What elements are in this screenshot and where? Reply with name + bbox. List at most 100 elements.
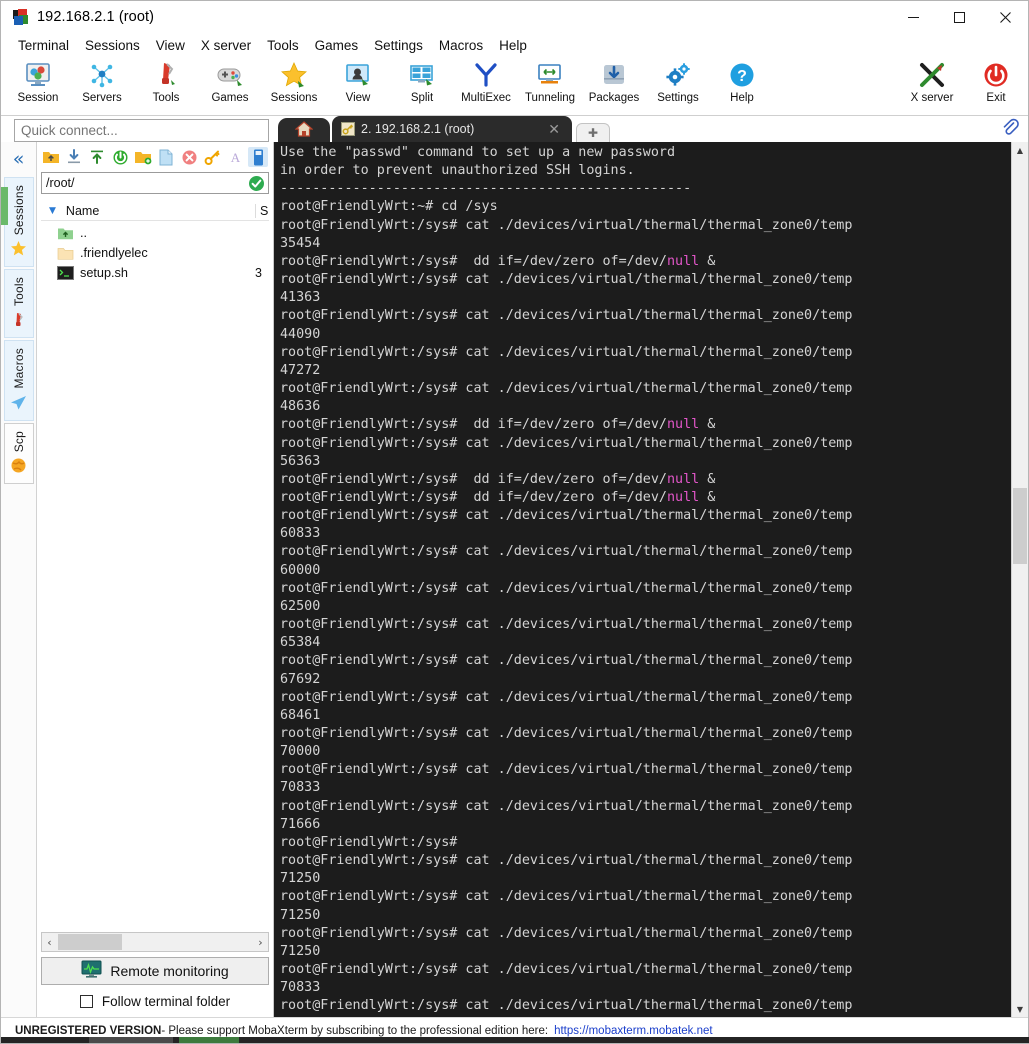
drive-icon[interactable] [248,147,268,167]
rail-tab-tools[interactable]: Tools [3,269,34,339]
vscroll-track[interactable] [1012,158,1028,1001]
list-item[interactable]: .friendlyelec [41,243,269,263]
follow-terminal-folder-row[interactable]: Follow terminal folder [41,985,269,1017]
collapse-sidebar-button[interactable]: « [13,150,25,169]
hscroll-track[interactable] [57,933,253,951]
mobatek-link[interactable]: https://mobaxterm.mobatek.net [554,1025,713,1037]
status-bar-text: - Please support MobaXterm by subscribin… [161,1024,549,1037]
scp-horizontal-scrollbar[interactable]: ‹ › [41,932,269,952]
menu-games[interactable]: Games [307,35,367,56]
remote-monitoring-button[interactable]: Remote monitoring [41,957,269,985]
scp-column-header: ▼ Name S [41,201,269,221]
toolbar-games-button[interactable]: Games [198,57,262,114]
menu-tools[interactable]: Tools [259,35,307,56]
session-icon [23,60,53,90]
menu-macros[interactable]: Macros [431,35,491,56]
list-item-name: setup.sh [80,266,128,280]
check-ok-icon [248,175,265,195]
menu-view[interactable]: View [148,35,193,56]
sort-caret-icon[interactable]: ▼ [49,206,56,216]
vscroll-down-arrow[interactable]: ▼ [1012,1001,1028,1017]
power-exit-icon [981,60,1011,90]
scp-path-value: /root/ [46,176,75,190]
monitor-graph-icon [81,960,102,982]
refresh-icon[interactable] [110,147,130,167]
permissions-key-icon[interactable] [202,147,222,167]
menu-settings[interactable]: Settings [366,35,431,56]
remote-monitoring-label: Remote monitoring [110,963,229,979]
mobaxterm-logo-icon [13,9,29,25]
paperclip-icon[interactable] [1001,118,1019,139]
minimize-button[interactable] [890,1,936,33]
toolbar-help-button[interactable]: ? Help [710,57,774,114]
title-bar: 192.168.2.1 (root) [1,1,1028,33]
list-item[interactable]: setup.sh 3 [41,263,269,283]
rail-tab-scp[interactable]: Scp [3,422,34,485]
toolbar-tunneling-label: Tunneling [524,92,576,104]
tab-session-label: 2. 192.168.2.1 (root) [361,122,475,136]
menu-x-server[interactable]: X server [193,35,259,56]
scp-path-bar[interactable]: /root/ [41,172,269,194]
scp-toolbar: A [37,142,273,172]
text-mode-icon[interactable]: A [225,147,245,167]
new-tab-button[interactable]: ✚ [576,123,610,142]
mobaxterm-window: 192.168.2.1 (root) Terminal Sessions Vie… [0,0,1029,1044]
toolbar-x-server-button[interactable]: X server [900,57,964,114]
toolbar-packages-button[interactable]: Packages [582,57,646,114]
rail-tab-macros[interactable]: Macros [3,340,34,421]
toolbar-settings-button[interactable]: Settings [646,57,710,114]
toolbar-servers-button[interactable]: Servers [70,57,134,114]
hscroll-thumb[interactable] [58,934,122,950]
menu-terminal[interactable]: Terminal [10,35,77,56]
main-toolbar: Session Servers Tools Games Sessions Vie… [1,57,1028,116]
new-folder-icon[interactable] [133,147,153,167]
toolbar-session-button[interactable]: Session [6,57,70,114]
rail-tab-sessions[interactable]: Sessions [3,177,34,268]
vscroll-thumb[interactable] [1013,488,1027,564]
terminal-output[interactable]: Use the "passwd" command to set up a new… [274,142,1011,1017]
close-button[interactable] [982,1,1028,33]
follow-terminal-folder-label: Follow terminal folder [101,993,231,1009]
column-header-name[interactable]: Name [66,204,255,218]
toolbar-split-label: Split [410,92,434,104]
tab-home[interactable] [278,118,330,142]
menu-bar: Terminal Sessions View X server Tools Ga… [1,33,1028,57]
quick-connect-input[interactable] [14,119,269,142]
upload-icon[interactable] [87,147,107,167]
rail-tab-scp-label: Scp [11,430,26,453]
unregistered-version-label: UNREGISTERED VERSION [15,1024,162,1037]
hscroll-right-arrow[interactable]: › [253,936,268,949]
terminal-vertical-scrollbar[interactable]: ▲ ▼ [1011,142,1028,1017]
column-header-size[interactable]: S [255,203,269,218]
tab-close-icon[interactable]: ✕ [542,121,566,138]
download-icon[interactable] [64,147,84,167]
servers-icon [87,60,117,90]
list-item-name: .. [80,226,88,240]
toolbar-tunneling-button[interactable]: Tunneling [518,57,582,114]
window-title: 192.168.2.1 (root) [37,9,155,25]
toolbar-split-button[interactable]: Split [390,57,454,114]
parent-folder-icon [57,226,75,241]
parent-folder-icon[interactable] [41,147,61,167]
menu-sessions[interactable]: Sessions [77,35,148,56]
toolbar-exit-button[interactable]: Exit [964,57,1028,114]
gear-icon [663,60,693,90]
globe-icon [10,457,27,477]
tab-strip: 2. 192.168.2.1 (root) ✕ ✚ [278,116,1028,142]
hscroll-left-arrow[interactable]: ‹ [42,936,57,949]
toolbar-tools-button[interactable]: Tools [134,57,198,114]
star-icon [279,60,309,90]
menu-help[interactable]: Help [491,35,535,56]
new-file-icon[interactable] [156,147,176,167]
delete-icon[interactable] [179,147,199,167]
maximize-button[interactable] [936,1,982,33]
list-item[interactable]: .. [41,223,269,243]
toolbar-view-button[interactable]: View [326,57,390,114]
follow-terminal-folder-checkbox[interactable] [79,994,93,1008]
toolbar-multiexec-button[interactable]: MultiExec [454,57,518,114]
vscroll-up-arrow[interactable]: ▲ [1012,142,1028,158]
tab-session-active[interactable]: 2. 192.168.2.1 (root) ✕ [332,116,572,142]
toolbar-sessions-button[interactable]: Sessions [262,57,326,114]
tools-knife-icon [10,311,27,331]
help-question-icon: ? [727,60,757,90]
